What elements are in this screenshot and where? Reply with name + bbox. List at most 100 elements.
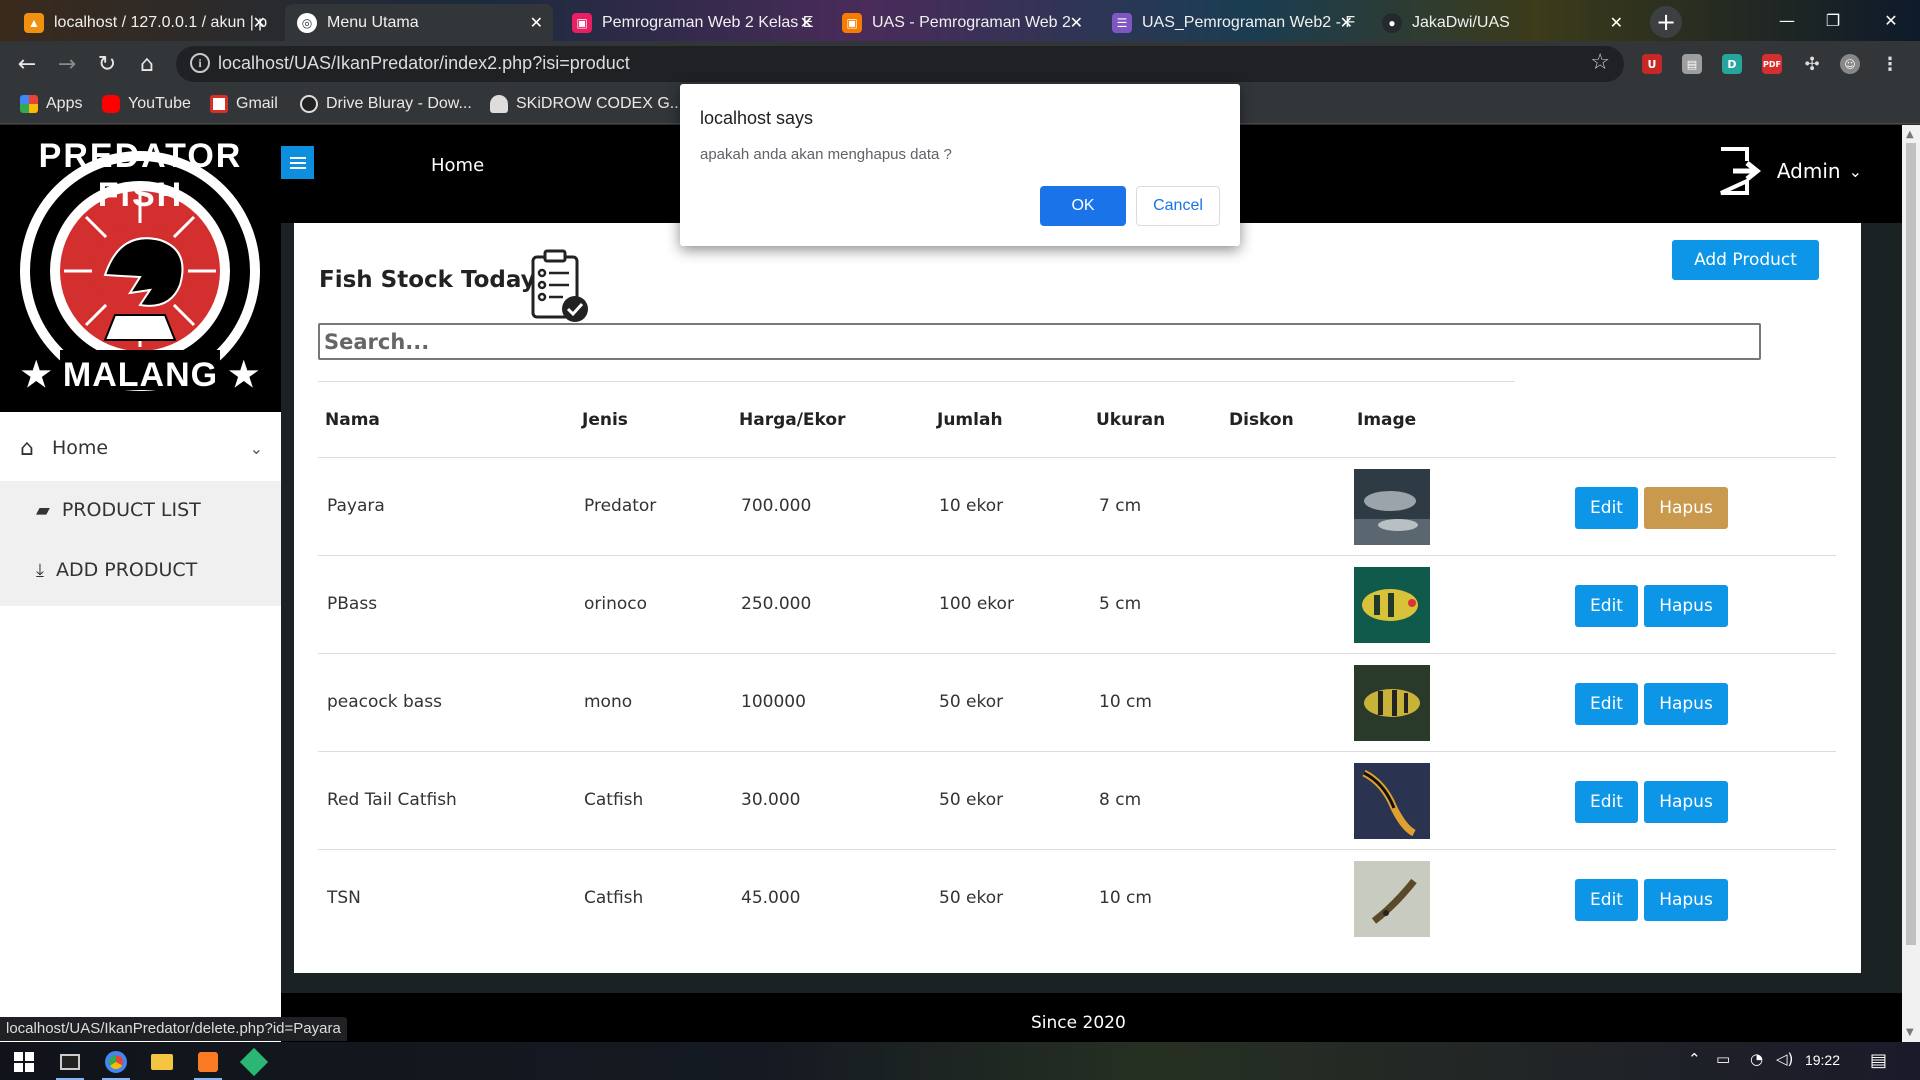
reload-icon[interactable]: ↻ [92,49,122,79]
tab-github[interactable]: ● JakaDwi/UAS ✕ [1370,4,1633,41]
main-content: Fish Stock Today Add Product Nama Jenis … [294,223,1861,973]
fish-image [1354,665,1430,741]
close-tab-icon[interactable]: ✕ [1070,13,1083,33]
bookmark-gmail[interactable]: Gmail [210,95,278,113]
tray-chevron-icon[interactable]: ⌃ [1688,1050,1701,1068]
search-input[interactable] [318,323,1761,360]
home-icon[interactable]: ⌂ [132,49,162,79]
edit-button[interactable]: Edit [1575,683,1638,725]
close-tab-icon[interactable]: ✕ [800,13,813,33]
clock[interactable]: 19:22 [1805,1052,1840,1068]
bookmark-apps[interactable]: Apps [20,95,82,113]
cancel-button[interactable]: Cancel [1136,186,1220,226]
sidebar-submenu: ▰ PRODUCT LIST ⤓ ADD PRODUCT [0,481,281,606]
drive-bluray-icon [300,95,318,113]
column-header-image: Image [1357,410,1417,430]
column-header-jumlah: Jumlah [937,410,1003,430]
tab-uas[interactable]: ▣ UAS - Pemrograman Web 2 ✕ [830,4,1093,41]
extension-icon[interactable]: ▤ [1682,54,1702,74]
back-icon[interactable]: ← [12,49,42,79]
sidebar-item-home[interactable]: ⌂ Home ⌄ [0,420,281,476]
bookmark-drive-bluray[interactable]: Drive Bluray - Dow... [300,95,472,113]
file-explorer-icon[interactable] [142,1046,182,1078]
edit-button[interactable]: Edit [1575,781,1638,823]
chrome-icon[interactable] [96,1046,136,1080]
column-header-ukuran: Ukuran [1096,410,1166,430]
close-tab-icon[interactable]: ✕ [530,13,543,33]
notification-icon[interactable]: ▤ [1870,1050,1887,1071]
profile-avatar[interactable]: ☺ [1840,54,1860,74]
add-product-button[interactable]: Add Product [1672,240,1819,280]
bookmark-skidrow[interactable]: SKiDROW CODEX G... [490,95,683,113]
classroom-icon: ▣ [572,12,592,33]
windows-taskbar: ⌃ ▭ ◔ ◁) 19:22 ▤ [0,1042,1920,1080]
close-tab-icon[interactable]: ✕ [1340,13,1353,33]
fish-image [1354,567,1430,643]
skidrow-icon [490,95,508,113]
pdf-icon[interactable]: PDF [1762,54,1782,74]
minimize-button[interactable]: — [1764,0,1810,40]
column-header-harga: Harga/Ekor [739,410,846,430]
dialog-title: localhost says [700,108,814,128]
xampp-icon[interactable] [188,1046,228,1080]
logout-icon [1720,147,1761,195]
bookmark-star-icon[interactable]: ☆ [1590,50,1610,75]
close-tab-icon[interactable]: ✕ [253,13,266,33]
ublock-icon[interactable]: U [1642,54,1662,74]
dialog-message: apakah anda akan menghapus data ? [700,146,952,163]
nav-home-link[interactable]: Home [431,155,484,176]
ok-button[interactable]: OK [1040,186,1126,226]
volume-icon[interactable]: ◁) [1776,1050,1793,1068]
vscode-icon[interactable] [234,1046,274,1078]
chrome-menu-icon[interactable]: ⋮ [1880,54,1900,75]
edit-button[interactable]: Edit [1575,879,1638,921]
hamburger-icon [289,161,306,164]
delete-button[interactable]: Hapus [1644,683,1728,725]
edit-button[interactable]: Edit [1575,585,1638,627]
address-bar[interactable]: i localhost/UAS/IkanPredator/index2.php?… [176,46,1624,82]
sidebar-item-add-product[interactable]: ⤓ ADD PRODUCT [36,559,197,581]
brand-bottom-text: ★ MALANG ★ [20,356,261,394]
forward-icon[interactable]: → [52,49,82,79]
tab-phpmyadmin[interactable]: ▲ localhost / 127.0.0.1 / akun | p ✕ [12,4,276,41]
fish-image [1354,763,1430,839]
maximize-button[interactable]: ❐ [1810,0,1856,40]
dashlane-icon[interactable]: D [1722,54,1742,74]
menu-toggle-button[interactable] [281,146,314,179]
web-page: PREDATOR FISH ★ MALANG ★ ⌂ Home ⌄ ▰ PROD… [0,125,1902,1042]
delete-button[interactable]: Hapus [1644,487,1728,529]
scrollbar-thumb[interactable] [1906,143,1916,945]
edit-button[interactable]: Edit [1575,487,1638,529]
delete-button[interactable]: Hapus [1644,585,1728,627]
tab-menu-utama[interactable]: ◎ Menu Utama ✕ [285,4,553,41]
battery-icon[interactable]: ▭ [1716,1050,1730,1068]
wifi-icon[interactable]: ◔ [1750,1050,1763,1068]
scroll-up-icon[interactable]: ▲ [1906,129,1914,140]
classroom-icon: ▣ [842,12,862,33]
sidebar-item-product-list[interactable]: ▰ PRODUCT LIST [36,499,201,521]
close-window-button[interactable]: ✕ [1868,0,1914,40]
delete-button[interactable]: Hapus [1644,781,1728,823]
brand-logo[interactable]: PREDATOR FISH ★ MALANG ★ [0,125,281,412]
apps-grid-icon [20,95,38,113]
forms-icon: ☰ [1112,12,1132,33]
tab-uas-form[interactable]: ☰ UAS_Pemrograman Web2 - F ✕ [1100,4,1363,41]
close-tab-icon[interactable]: ✕ [1610,13,1623,33]
admin-menu[interactable]: Admin ⌄ [1717,145,1862,197]
youtube-icon [102,95,120,113]
page-scrollbar[interactable]: ▲ ▼ [1902,125,1920,1042]
delete-button[interactable]: Hapus [1644,879,1728,921]
fish-image [1354,469,1430,545]
browser-tab-strip: ▲ localhost / 127.0.0.1 / akun | p ✕ ◎ M… [0,0,1920,41]
github-icon: ● [1382,12,1402,33]
phpmyadmin-icon: ▲ [24,12,44,33]
new-tab-button[interactable]: + [1650,6,1682,38]
extensions-puzzle-icon[interactable]: ✣ [1802,54,1822,75]
bookmark-youtube[interactable]: YouTube [102,95,191,113]
globe-icon: ◎ [297,12,317,33]
site-info-icon[interactable]: i [190,53,210,73]
scroll-down-icon[interactable]: ▼ [1906,1027,1914,1038]
tab-classroom[interactable]: ▣ Pemrograman Web 2 Kelas E ✕ [560,4,823,41]
terminal-icon[interactable] [50,1046,90,1080]
windows-start-icon[interactable] [4,1046,44,1078]
